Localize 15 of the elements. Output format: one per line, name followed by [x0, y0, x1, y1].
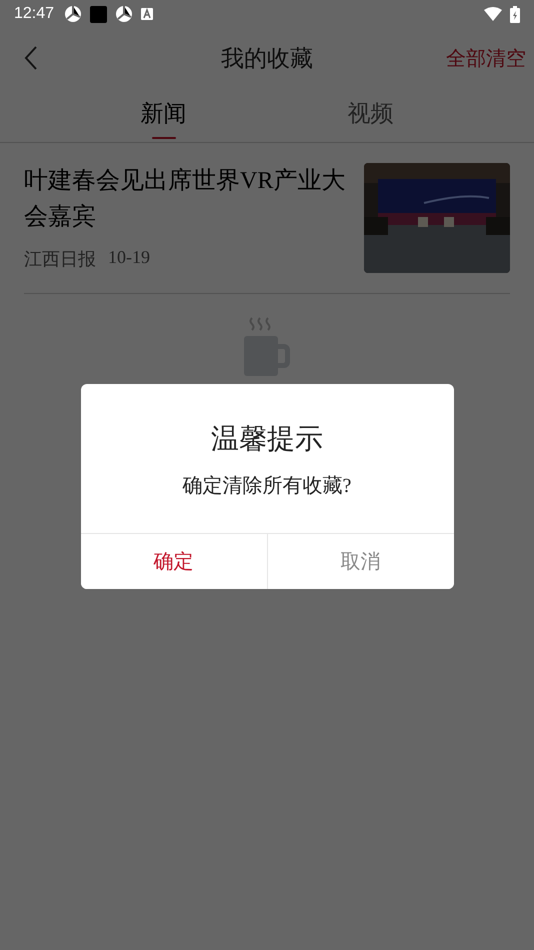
news-source: 江西日报 — [24, 248, 96, 271]
clock-time: 12:47 — [14, 5, 54, 23]
dialog-title: 温馨提示 — [210, 423, 324, 457]
clear-all-button[interactable]: 全部清空 — [446, 44, 526, 72]
mug-icon — [244, 316, 290, 376]
tab[interactable]: 视频 — [338, 88, 404, 142]
news-title[interactable]: 叶建春会见出席世界VR产业大会嘉宾 — [24, 163, 354, 235]
tab[interactable]: 新闻 — [130, 88, 196, 142]
page-title: 我的收藏 — [221, 46, 313, 70]
cancel-button[interactable]: 取消 — [266, 534, 454, 589]
keyboard-icon — [141, 8, 154, 20]
dialog-message: 确定清除所有收藏? — [182, 474, 352, 499]
wifi-icon — [484, 7, 502, 21]
battery-icon — [510, 6, 520, 22]
news-date: 10-19 — [108, 247, 150, 269]
